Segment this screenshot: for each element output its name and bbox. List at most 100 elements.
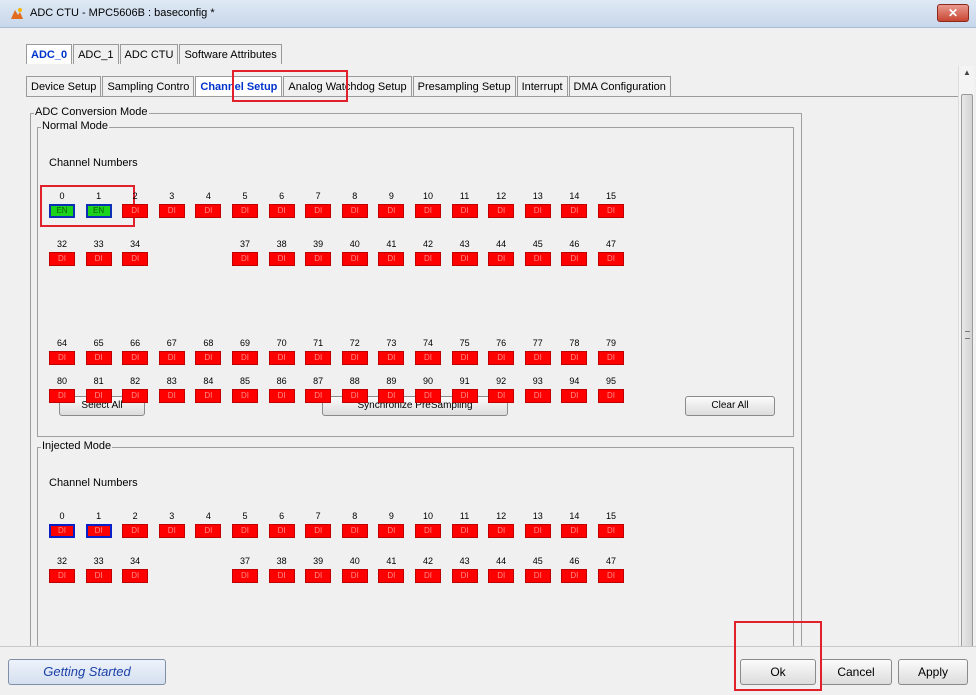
normal-channel-toggle[interactable]: EN [85, 204, 112, 218]
normal-channel-toggle[interactable]: DI [268, 204, 295, 218]
injected-channel-toggle[interactable]: DI [378, 569, 405, 583]
injected-channel-toggle[interactable]: DI [85, 524, 112, 538]
injected-channel-toggle[interactable]: DI [598, 569, 624, 583]
normal-channel-toggle[interactable]: DI [488, 351, 515, 365]
injected-channel-toggle[interactable]: DI [268, 524, 295, 538]
injected-channel-toggle[interactable]: DI [524, 569, 551, 583]
injected-channel-toggle[interactable]: DI [524, 524, 551, 538]
injected-channel-toggle[interactable]: DI [85, 569, 112, 583]
normal-channel-toggle[interactable]: DI [488, 204, 515, 218]
normal-channel-toggle[interactable]: DI [561, 389, 588, 403]
injected-channel-toggle[interactable]: DI [341, 569, 368, 583]
injected-channel-toggle[interactable]: DI [122, 524, 149, 538]
normal-channel-toggle[interactable]: DI [195, 204, 222, 218]
normal-channel-toggle[interactable]: DI [598, 389, 624, 403]
normal-channel-toggle[interactable]: DI [195, 389, 222, 403]
normal-channel-toggle[interactable]: DI [122, 204, 149, 218]
normal-channel-toggle[interactable]: DI [268, 389, 295, 403]
injected-channel-toggle[interactable]: DI [598, 524, 624, 538]
normal-channel-toggle[interactable]: DI [561, 351, 588, 365]
injected-channel-toggle[interactable]: DI [488, 569, 515, 583]
injected-channel-toggle[interactable]: DI [378, 524, 405, 538]
normal-channel-toggle[interactable]: DI [378, 252, 405, 266]
normal-channel-toggle[interactable]: DI [524, 204, 551, 218]
tab-channel-setup[interactable]: Channel Setup [195, 76, 283, 96]
injected-channel-toggle[interactable]: DI [451, 569, 478, 583]
normal-channel-toggle[interactable]: DI [158, 389, 185, 403]
tab-software-attributes[interactable]: Software Attributes [179, 44, 282, 64]
normal-channel-toggle[interactable]: DI [415, 351, 441, 365]
arrow-up-icon[interactable]: ▲ [959, 66, 975, 80]
normal-channel-toggle[interactable]: DI [451, 389, 478, 403]
injected-channel-toggle[interactable]: DI [49, 524, 75, 538]
injected-channel-toggle[interactable]: DI [488, 524, 515, 538]
tab-sampling-control[interactable]: Sampling Contro [102, 76, 195, 96]
normal-channel-toggle[interactable]: EN [49, 204, 75, 218]
injected-channel-toggle[interactable]: DI [561, 569, 588, 583]
normal-channel-toggle[interactable]: DI [85, 252, 112, 266]
normal-channel-toggle[interactable]: DI [598, 252, 624, 266]
normal-channel-toggle[interactable]: DI [232, 204, 258, 218]
normal-channel-toggle[interactable]: DI [305, 204, 332, 218]
normal-channel-toggle[interactable]: DI [451, 351, 478, 365]
tab-device-setup[interactable]: Device Setup [26, 76, 102, 96]
tab-interrupt[interactable]: Interrupt [516, 76, 568, 96]
normal-channel-toggle[interactable]: DI [305, 389, 332, 403]
normal-channel-toggle[interactable]: DI [561, 204, 588, 218]
tab-presampling-setup[interactable]: Presampling Setup [412, 76, 516, 96]
normal-channel-toggle[interactable]: DI [378, 389, 405, 403]
injected-channel-toggle[interactable]: DI [561, 524, 588, 538]
normal-channel-toggle[interactable]: DI [341, 351, 368, 365]
injected-channel-toggle[interactable]: DI [305, 569, 332, 583]
cancel-button[interactable]: Cancel [820, 659, 892, 685]
normal-channel-toggle[interactable]: DI [561, 252, 588, 266]
normal-channel-toggle[interactable]: DI [195, 351, 222, 365]
injected-channel-toggle[interactable]: DI [49, 569, 75, 583]
vertical-scrollbar[interactable]: ▲ ▼ [958, 66, 974, 674]
normal-channel-toggle[interactable]: DI [232, 252, 258, 266]
injected-channel-toggle[interactable]: DI [415, 524, 441, 538]
tab-adc-1[interactable]: ADC_1 [73, 44, 119, 64]
normal-channel-toggle[interactable]: DI [378, 204, 405, 218]
injected-channel-toggle[interactable]: DI [232, 524, 258, 538]
normal-channel-toggle[interactable]: DI [341, 204, 368, 218]
injected-channel-toggle[interactable]: DI [122, 569, 149, 583]
normal-channel-toggle[interactable]: DI [524, 351, 551, 365]
normal-channel-toggle[interactable]: DI [451, 204, 478, 218]
normal-channel-toggle[interactable]: DI [524, 252, 551, 266]
apply-button[interactable]: Apply [898, 659, 968, 685]
ok-button[interactable]: Ok [740, 659, 816, 685]
close-button[interactable]: ✕ [937, 4, 969, 22]
injected-channel-toggle[interactable]: DI [268, 569, 295, 583]
normal-channel-toggle[interactable]: DI [378, 351, 405, 365]
normal-channel-toggle[interactable]: DI [524, 389, 551, 403]
normal-channel-toggle[interactable]: DI [158, 351, 185, 365]
normal-channel-toggle[interactable]: DI [268, 351, 295, 365]
normal-channel-toggle[interactable]: DI [598, 204, 624, 218]
normal-channel-toggle[interactable]: DI [415, 389, 441, 403]
injected-channel-toggle[interactable]: DI [415, 569, 441, 583]
normal-channel-toggle[interactable]: DI [85, 351, 112, 365]
normal-channel-toggle[interactable]: DI [49, 389, 75, 403]
normal-channel-toggle[interactable]: DI [268, 252, 295, 266]
normal-channel-toggle[interactable]: DI [305, 351, 332, 365]
normal-channel-toggle[interactable]: DI [415, 252, 441, 266]
normal-channel-toggle[interactable]: DI [49, 351, 75, 365]
normal-channel-toggle[interactable]: DI [49, 252, 75, 266]
tab-analog-watchdog-setup[interactable]: Analog Watchdog Setup [283, 76, 412, 96]
normal-channel-toggle[interactable]: DI [451, 252, 478, 266]
tab-dma-configuration[interactable]: DMA Configuration [568, 76, 671, 96]
normal-channel-toggle[interactable]: DI [122, 351, 149, 365]
normal-channel-toggle[interactable]: DI [341, 252, 368, 266]
normal-channel-toggle[interactable]: DI [232, 351, 258, 365]
normal-channel-toggle[interactable]: DI [488, 389, 515, 403]
normal-channel-toggle[interactable]: DI [158, 204, 185, 218]
normal-channel-toggle[interactable]: DI [122, 389, 149, 403]
normal-channel-toggle[interactable]: DI [122, 252, 149, 266]
injected-channel-toggle[interactable]: DI [451, 524, 478, 538]
normal-channel-toggle[interactable]: DI [341, 389, 368, 403]
normal-channel-toggle[interactable]: DI [415, 204, 441, 218]
clear-all-button[interactable]: Clear All [685, 396, 775, 416]
injected-channel-toggle[interactable]: DI [232, 569, 258, 583]
injected-channel-toggle[interactable]: DI [158, 524, 185, 538]
